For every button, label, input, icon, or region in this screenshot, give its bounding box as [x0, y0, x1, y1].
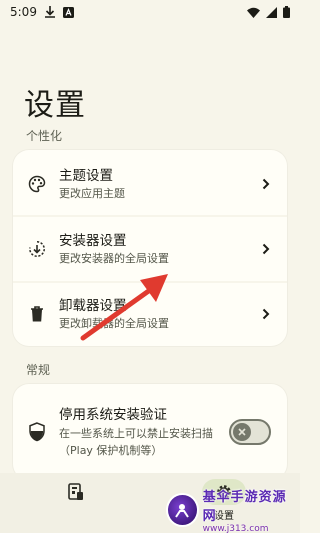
- watermark: 基伞手游资源网 www.j313.com: [166, 486, 296, 533]
- status-time: 5:09: [10, 5, 37, 19]
- close-icon: [238, 428, 246, 436]
- settings-item-uninstaller[interactable]: 卸载器设置 更改卸载器的全局设置: [13, 282, 287, 346]
- section-label-personalization: 个性化: [26, 129, 63, 143]
- settings-item-theme-text: 主题设置 更改应用主题: [59, 167, 247, 202]
- wifi-icon: [247, 7, 260, 18]
- settings-item-title: 停用系统安装验证: [59, 406, 167, 423]
- toggle-off-knob: [233, 423, 251, 441]
- settings-item-theme[interactable]: 主题设置 更改应用主题: [13, 152, 287, 216]
- trash-icon: [27, 304, 47, 324]
- notification-a-icon: [62, 6, 74, 18]
- chevron-right-icon: [261, 177, 271, 191]
- status-right: [247, 6, 290, 18]
- chevron-right-icon: [261, 242, 271, 256]
- download-icon: [44, 6, 55, 18]
- settings-item-subtitle: 更改卸载器的全局设置: [59, 316, 169, 330]
- apps-icon: [54, 479, 98, 505]
- watermark-logo-icon: [166, 493, 199, 527]
- general-card: 停用系统安装验证 在一些系统上可以禁止安装扫描（Play 保护机制等）: [13, 384, 287, 480]
- watermark-text: 基伞手游资源网 www.j313.com: [203, 486, 296, 533]
- status-left: 5:09: [10, 5, 74, 19]
- watermark-title: 基伞手游资源网: [202, 490, 287, 524]
- settings-item-installer[interactable]: 安装器设置 更改安装器的全局设置: [13, 217, 287, 281]
- personalization-card: 主题设置 更改应用主题 安装器设置 更改安装器的全局设置 卸载器设置 更改卸载器…: [13, 150, 287, 346]
- settings-item-subtitle: 更改应用主题: [59, 186, 125, 200]
- signal-icon: [266, 6, 277, 18]
- section-label-general: 常规: [26, 363, 51, 377]
- settings-item-title: 主题设置: [59, 167, 113, 184]
- shield-icon: [27, 422, 47, 442]
- status-bar: 5:09: [0, 0, 300, 24]
- battery-icon: [283, 6, 290, 18]
- palette-icon: [27, 174, 47, 194]
- install-icon: [27, 239, 47, 259]
- chevron-right-icon: [261, 307, 271, 321]
- settings-item-subtitle: 在一些系统上可以禁止安装扫描（Play 保护机制等）: [59, 426, 213, 457]
- settings-item-uninstaller-text: 卸载器设置 更改卸载器的全局设置: [59, 297, 247, 332]
- settings-item-title: 安装器设置: [59, 232, 127, 249]
- settings-item-subtitle: 更改安装器的全局设置: [59, 251, 169, 265]
- settings-item-disable-verification-text: 停用系统安装验证 在一些系统上可以禁止安装扫描（Play 保护机制等）: [59, 406, 223, 459]
- settings-item-disable-verification[interactable]: 停用系统安装验证 在一些系统上可以禁止安装扫描（Play 保护机制等）: [13, 392, 287, 472]
- page-title: 设置: [24, 88, 86, 123]
- nav-item-apps[interactable]: [51, 479, 101, 529]
- watermark-url: www.j313.com: [202, 524, 269, 533]
- disable-verification-toggle[interactable]: [229, 419, 271, 445]
- settings-item-installer-text: 安装器设置 更改安装器的全局设置: [59, 232, 247, 267]
- settings-item-title: 卸载器设置: [59, 297, 127, 314]
